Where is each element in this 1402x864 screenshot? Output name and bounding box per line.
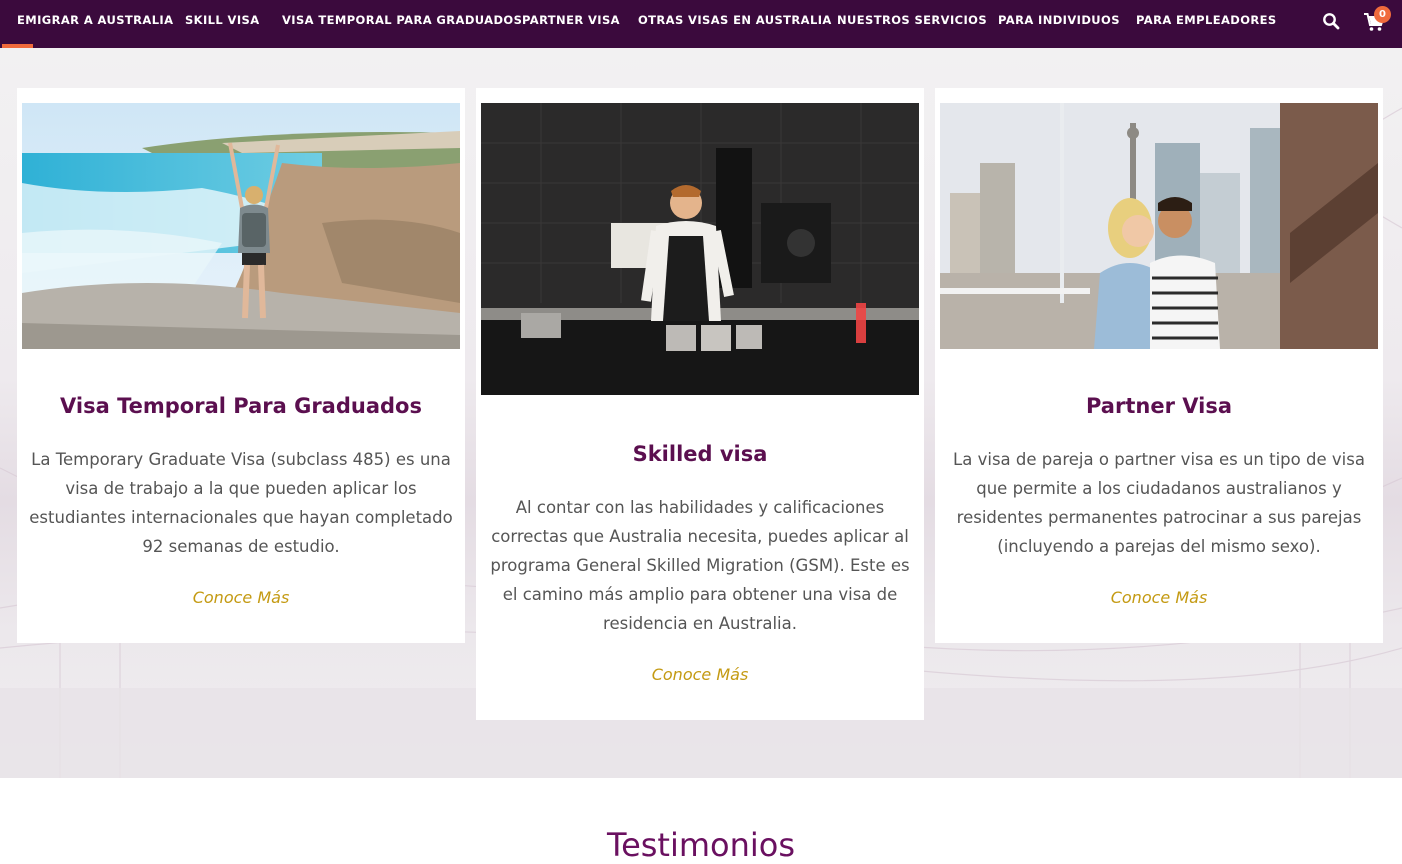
cart-count-badge: 0 bbox=[1374, 6, 1391, 23]
nav-item-partner-visa[interactable]: PARTNER VISA bbox=[522, 0, 620, 40]
top-navigation: EMIGRAR A AUSTRALIA SKILL VISA VISA TEMP… bbox=[0, 0, 1402, 48]
conoce-mas-link[interactable]: Conoce Más bbox=[476, 665, 924, 684]
conoce-mas-link[interactable]: Conoce Más bbox=[17, 588, 465, 607]
service-card-partner: Partner Visa La visa de pareja o partner… bbox=[935, 88, 1383, 643]
nav-item-nuestros-servicios[interactable]: NUESTROS SERVICIOS bbox=[837, 0, 987, 40]
chef-in-kitchen-photo bbox=[481, 103, 919, 395]
service-card-graduate: Visa Temporal Para Graduados La Temporar… bbox=[17, 88, 465, 643]
card-title: Skilled visa bbox=[632, 442, 768, 466]
service-card-skilled: Skilled visa Al contar con las habilidad… bbox=[476, 88, 924, 720]
woman-at-beach-photo bbox=[22, 103, 460, 349]
search-icon[interactable] bbox=[1322, 12, 1340, 30]
nav-item-para-empleadores[interactable]: PARA EMPLEADORES bbox=[1136, 0, 1277, 40]
card-description: La Temporary Graduate Visa (subclass 485… bbox=[29, 450, 453, 556]
conoce-mas-link[interactable]: Conoce Más bbox=[935, 588, 1383, 607]
nav-item-skill-visa[interactable]: SKILL VISA bbox=[185, 0, 260, 40]
nav-item-emigrar[interactable]: EMIGRAR A AUSTRALIA bbox=[17, 0, 173, 40]
testimonials-heading: Testimonios bbox=[606, 826, 796, 864]
card-title: Visa Temporal Para Graduados bbox=[60, 394, 422, 418]
card-description: Al contar con las habilidades y califica… bbox=[490, 498, 910, 633]
couple-in-city-photo bbox=[940, 103, 1378, 349]
nav-item-otras-visas[interactable]: OTRAS VISAS EN AUSTRALIA bbox=[638, 0, 832, 40]
nav-item-para-individuos[interactable]: PARA INDIVIDUOS bbox=[998, 0, 1120, 40]
card-description: La visa de pareja o partner visa es un t… bbox=[953, 450, 1365, 556]
nav-item-visa-temporal[interactable]: VISA TEMPORAL PARA GRADUADOS bbox=[282, 0, 522, 40]
card-title: Partner Visa bbox=[1085, 394, 1232, 418]
